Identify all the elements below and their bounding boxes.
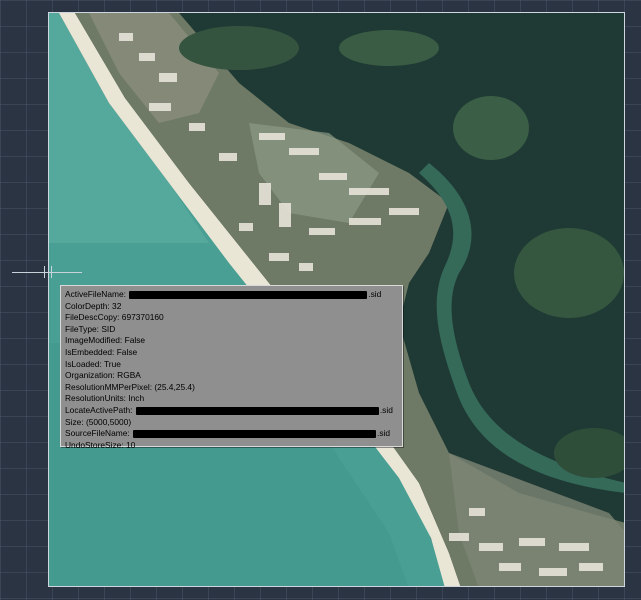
property-value: (25.4,25.4) bbox=[154, 381, 195, 392]
property-key: ResolutionMMPerPixel: bbox=[65, 381, 153, 392]
property-suffix: .sid bbox=[379, 404, 393, 415]
tooltip-row-is-embedded: IsEmbedded: False bbox=[65, 347, 398, 359]
property-value: SID bbox=[101, 323, 116, 334]
tooltip-row-resolution-units: ResolutionUnits: Inch bbox=[65, 393, 398, 405]
mangrove-island bbox=[179, 26, 299, 70]
property-value: 32 bbox=[112, 300, 122, 311]
tooltip-row-source-file-name: SourceFileName: .sid bbox=[65, 428, 398, 440]
property-key: Size: bbox=[65, 416, 84, 427]
property-key: Organization: bbox=[65, 370, 115, 381]
redaction-bar bbox=[133, 429, 377, 438]
mangrove-island bbox=[514, 228, 624, 318]
property-key: ResolutionUnits: bbox=[65, 393, 126, 404]
tooltip-row-organization: Organization: RGBA bbox=[65, 370, 398, 382]
tooltip-row-color-depth: ColorDepth: 32 bbox=[65, 301, 398, 313]
property-key: FileDescCopy: bbox=[65, 312, 120, 323]
property-value: Inch bbox=[128, 393, 145, 404]
tooltip-row-undo-store-size: UndoStoreSize: 10 bbox=[65, 440, 398, 452]
mangrove-island bbox=[339, 30, 439, 66]
tooltip-row-image-modified: ImageModified: False bbox=[65, 335, 398, 347]
property-suffix: .sid bbox=[368, 289, 382, 299]
tooltip-row-resolution-mm-per-pixel: ResolutionMMPerPixel: (25.4,25.4) bbox=[65, 382, 398, 394]
property-value: False bbox=[116, 346, 138, 357]
property-key: ImageModified: bbox=[65, 335, 123, 346]
crosshair-marker bbox=[44, 266, 52, 278]
mangrove-island bbox=[453, 96, 529, 160]
property-value: (5000,5000) bbox=[85, 416, 132, 427]
property-key: SourceFileName: bbox=[65, 428, 130, 439]
redaction-bar bbox=[135, 406, 379, 415]
property-key: UndoStoreSize: bbox=[65, 439, 124, 450]
tooltip-row-file-type: FileType: SID bbox=[65, 324, 398, 336]
tooltip-row-active-file-name: ActiveFileName: .sid bbox=[65, 289, 398, 301]
property-key: IsEmbedded: bbox=[65, 346, 115, 357]
property-key: ColorDepth: bbox=[65, 300, 110, 311]
redaction-bar bbox=[129, 290, 368, 299]
property-value: 697370160 bbox=[121, 312, 164, 323]
property-key: FileType: bbox=[65, 323, 99, 334]
tooltip-row-size: Size: (5000,5000) bbox=[65, 417, 398, 429]
tooltip-row-locate-active-path: LocateActivePath: .sid bbox=[65, 405, 398, 417]
property-key: LocateActivePath: bbox=[65, 404, 133, 415]
tooltip-row-is-loaded: IsLoaded: True bbox=[65, 359, 398, 371]
property-key: ActiveFileName: bbox=[65, 289, 126, 299]
image-properties-tooltip: ActiveFileName: .sid ColorDepth: 32 File… bbox=[60, 285, 403, 450]
property-value: 10 bbox=[126, 439, 136, 450]
tooltip-row-file-desc-copy: FileDescCopy: 697370160 bbox=[65, 312, 398, 324]
property-value: True bbox=[103, 358, 121, 369]
property-suffix: .sid bbox=[377, 428, 391, 439]
property-key: IsLoaded: bbox=[65, 358, 102, 369]
property-value: RGBA bbox=[117, 370, 141, 381]
property-value: False bbox=[124, 335, 146, 346]
